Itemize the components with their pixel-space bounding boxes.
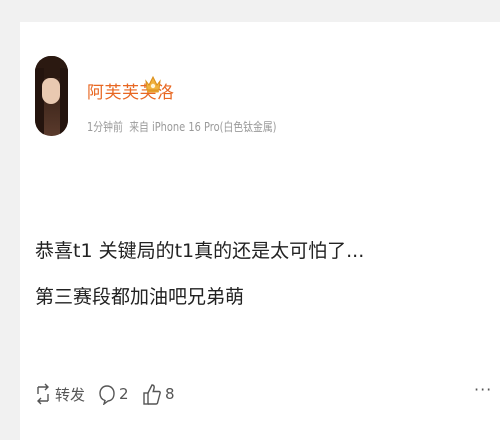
comment-count: 2 <box>119 385 129 403</box>
repost-button[interactable]: 转发 <box>35 382 85 406</box>
comment-icon <box>99 385 115 405</box>
like-button[interactable]: 8 <box>143 382 175 406</box>
like-count: 8 <box>165 385 175 403</box>
post-meta: 1分钟前 来自 iPhone 16 Pro(白色钛金属) <box>87 118 276 135</box>
repost-icon <box>37 383 49 405</box>
post-card: 阿芙芙芙洛 1分钟前 来自 iPhone 16 Pro(白色钛金属) 恭喜t1 … <box>20 22 500 440</box>
more-icon[interactable]: ··· <box>474 380 492 399</box>
crown-badge-icon <box>145 75 161 93</box>
post-source[interactable]: 来自 iPhone 16 Pro(白色钛金属) <box>129 120 276 134</box>
post-text-line-2: 第三赛段都加油吧兄弟萌 <box>35 286 245 308</box>
comment-button[interactable]: 2 <box>99 382 129 406</box>
page: 阿芙芙芙洛 1分钟前 来自 iPhone 16 Pro(白色钛金属) 恭喜t1 … <box>0 0 500 440</box>
repost-label: 转发 <box>55 385 86 404</box>
post-time: 1分钟前 <box>87 120 123 134</box>
thumbs-up-icon <box>143 384 161 405</box>
avatar[interactable] <box>35 56 68 136</box>
post-text-line-1: 恭喜t1 关键局的t1真的还是太可怕了... <box>35 240 365 262</box>
